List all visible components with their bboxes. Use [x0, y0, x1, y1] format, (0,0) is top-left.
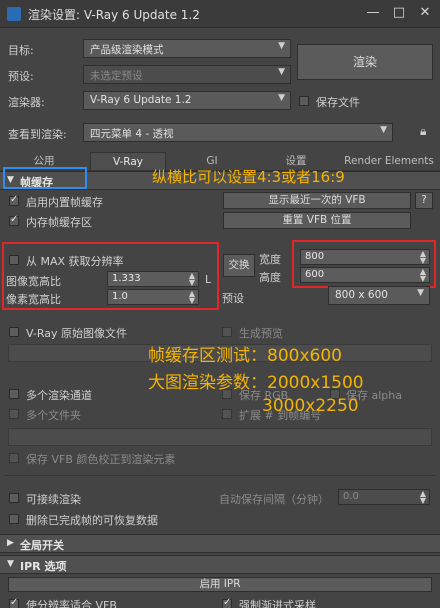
delete-resumable-label: 删除已完成帧的可恢复数据 [26, 514, 158, 527]
multi-channel-path-field[interactable] [8, 428, 432, 446]
memory-vfb-label: 内存帧缓存区 [26, 216, 92, 229]
resolution-preset-dropdown[interactable]: 800 x 600 ▼ [328, 286, 430, 305]
render-button[interactable]: 渲染 [297, 44, 433, 80]
force-progressive-label: 强制渐进式采样 [239, 599, 316, 608]
start-ipr-button[interactable]: 启用 IPR [8, 577, 432, 592]
close-icon[interactable]: ✕ [416, 4, 434, 22]
collapse-caret-icon: ▼ [7, 559, 14, 569]
preset-dropdown[interactable]: 未选定预设 ▼ [83, 65, 291, 84]
chevron-down-icon: ▼ [380, 125, 387, 135]
multi-channel-checkbox[interactable] [9, 389, 19, 399]
multi-channel-label: 多个渲染通道 [26, 389, 92, 402]
divider [4, 475, 436, 476]
gen-preview-label: 生成预览 [239, 327, 283, 340]
extension-checkbox[interactable] [222, 409, 232, 419]
fit-resolution-label: 使分辨率适合 VFB [26, 599, 117, 608]
save-file-checkbox[interactable] [299, 96, 309, 106]
global-switches-section-header[interactable]: ▶ 全局开关 [0, 534, 440, 553]
global-switches-section-label: 全局开关 [20, 539, 64, 552]
preset-value: 未选定预设 [90, 70, 143, 82]
ipr-section-header[interactable]: ▼ IPR 选项 [0, 555, 440, 574]
autosave-spinner[interactable]: 0.0 ▲ ▼ [338, 489, 430, 505]
title-bar: 渲染设置: V-Ray 6 Update 1.2 — □ ✕ [0, 0, 440, 28]
app-icon [7, 7, 21, 21]
window-title: 渲染设置: V-Ray 6 Update 1.2 [28, 8, 200, 22]
view-value: 四元菜单 4 - 透视 [90, 128, 174, 140]
memory-vfb-checkbox[interactable] [9, 214, 19, 226]
delete-resumable-checkbox[interactable] [9, 514, 19, 524]
annotation-final-alt: 3000x2250 [262, 396, 359, 416]
show-last-vfb-button[interactable]: 显示最近一次的 VFB [223, 192, 411, 209]
renderer-label: 渲染器: [8, 96, 45, 109]
save-vfb-color-checkbox[interactable] [9, 453, 19, 463]
multi-files-label: 多个文件夹 [26, 409, 81, 422]
view-dropdown[interactable]: 四元菜单 4 - 透视 ▼ [83, 123, 393, 142]
size-highlight-box [292, 240, 436, 288]
enable-vfb-checkbox[interactable] [9, 194, 19, 206]
view-label: 查看到渲染: [8, 128, 67, 141]
annotation-vfb-test: 帧缓存区测试：800x600 [148, 346, 342, 366]
renderer-value: V-Ray 6 Update 1.2 [90, 94, 192, 106]
resolution-preset-value: 800 x 600 [335, 289, 388, 301]
target-label: 目标: [8, 44, 34, 57]
spinner-arrows-icon: ▲ ▼ [419, 489, 426, 505]
height-label: 高度 [259, 271, 281, 284]
autosave-value: 0.0 [343, 491, 359, 502]
chevron-down-icon: ▼ [278, 93, 285, 103]
save-rgb-checkbox[interactable] [222, 389, 232, 399]
minimize-icon[interactable]: — [364, 4, 382, 22]
width-label: 宽度 [259, 253, 281, 266]
help-button[interactable]: ? [415, 192, 433, 209]
lock-icon[interactable]: 🔒︎ [420, 124, 431, 140]
gen-preview-checkbox[interactable] [222, 327, 232, 337]
tab-render-elements[interactable]: Render Elements [340, 152, 438, 170]
swap-button[interactable]: 交换 [223, 254, 255, 277]
save-file-label: 保存文件 [316, 96, 360, 109]
multi-files-checkbox[interactable] [9, 409, 19, 419]
resolution-preset-label: 预设 [222, 292, 244, 305]
annotation-ratio-note: 纵横比可以设置4:3或者16:9 [152, 168, 345, 186]
resolution-highlight-box [2, 242, 219, 310]
preset-label: 预设: [8, 70, 34, 83]
enable-vfb-label: 启用内置帧缓存 [26, 196, 103, 209]
chevron-down-icon: ▼ [278, 67, 285, 77]
chevron-down-icon: ▼ [278, 41, 285, 51]
maximize-icon[interactable]: □ [390, 4, 408, 22]
expand-caret-icon: ▶ [7, 538, 14, 548]
ipr-section-label: IPR 选项 [20, 560, 67, 573]
target-dropdown[interactable]: 产品级渲染模式 ▼ [83, 39, 291, 58]
reset-vfb-button[interactable]: 重置 VFB 位置 [223, 212, 411, 229]
resumable-checkbox[interactable] [9, 493, 19, 503]
target-value: 产品级渲染模式 [90, 44, 164, 56]
chevron-down-icon: ▼ [417, 288, 424, 298]
frame-buffer-highlight-box [3, 167, 87, 189]
raw-image-checkbox[interactable] [9, 327, 19, 337]
raw-image-label: V-Ray 原始图像文件 [26, 327, 127, 340]
force-progressive-checkbox[interactable] [222, 597, 232, 608]
renderer-dropdown[interactable]: V-Ray 6 Update 1.2 ▼ [83, 91, 291, 110]
resumable-label: 可接续渲染 [26, 493, 81, 506]
fit-resolution-checkbox[interactable] [9, 597, 19, 608]
autosave-label: 自动保存间隔（分钟） [219, 493, 329, 506]
save-vfb-color-label: 保存 VFB 颜色校正到渲染元素 [26, 453, 176, 466]
